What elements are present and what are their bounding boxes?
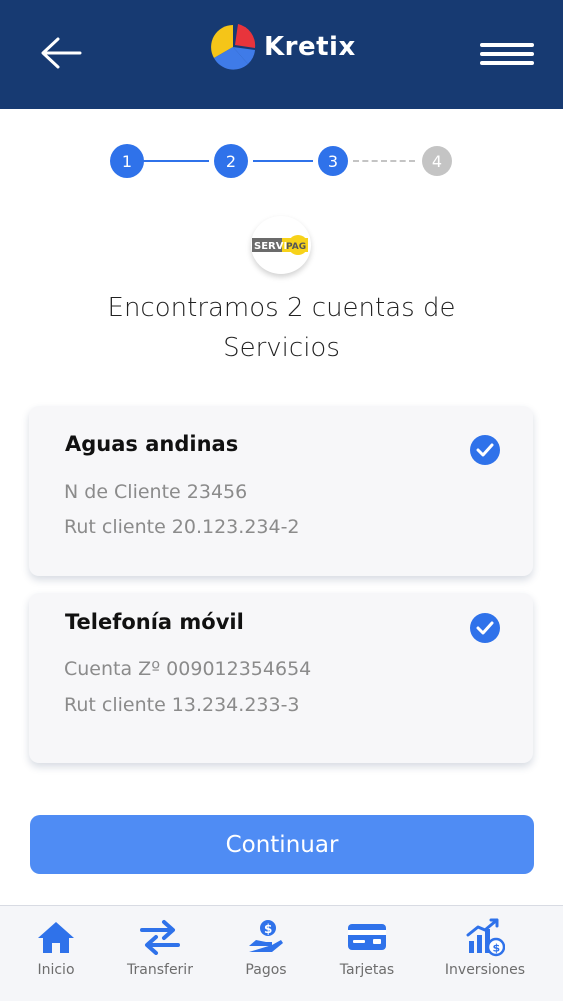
servipag-logo: SERVI PAG	[251, 216, 311, 274]
selected-check-icon[interactable]	[470, 435, 500, 465]
step-2: 2	[214, 144, 248, 178]
account-title: Telefonía móvil	[65, 610, 244, 634]
transfer-arrows-icon	[140, 920, 180, 955]
step-3: 3	[318, 146, 348, 176]
investments-chart-icon: $	[466, 918, 505, 957]
account-client-number: N de Cliente 23456	[64, 481, 248, 503]
payment-hand-icon: $	[249, 920, 283, 952]
home-icon	[38, 922, 74, 953]
nav-label: Tarjetas	[339, 962, 395, 978]
step-connector	[143, 160, 209, 162]
selected-check-icon[interactable]	[470, 613, 500, 643]
hamburger-menu-icon	[480, 43, 534, 65]
nav-label: Pagos	[245, 962, 287, 978]
nav-item-transferir[interactable]: Transferir	[118, 906, 202, 1001]
arrow-left-icon	[41, 37, 82, 69]
svg-text:$: $	[493, 942, 501, 955]
nav-label: Transferir	[127, 962, 193, 978]
credit-card-icon	[348, 924, 386, 950]
brand-pie-icon	[211, 24, 256, 70]
menu-button[interactable]	[478, 38, 536, 70]
brand-logo: Kretix	[208, 20, 356, 74]
account-card[interactable]: Aguas andinas N de Cliente 23456 Rut cli…	[29, 406, 533, 576]
account-title: Aguas andinas	[65, 432, 239, 456]
back-button[interactable]	[38, 34, 86, 72]
servipag-logo-text-left: SERVI	[254, 241, 287, 252]
nav-label: Inicio	[37, 962, 75, 978]
page-headline: Encontramos 2 cuentas de Servicios	[40, 288, 523, 368]
headline-line-2: Servicios	[223, 333, 340, 363]
account-number: Cuenta Zº 009012354654	[64, 658, 312, 680]
nav-item-pagos[interactable]: $ Pagos	[234, 906, 298, 1001]
servipag-logo-text-right: PAG	[286, 242, 306, 252]
progress-stepper: 1 2 3 4	[0, 140, 563, 184]
continue-button[interactable]: Continuar	[30, 815, 534, 874]
svg-text:$: $	[264, 922, 272, 936]
step-1: 1	[110, 144, 144, 178]
step-connector-pending	[353, 160, 415, 162]
step-4: 4	[422, 146, 452, 176]
app-header: Kretix	[0, 0, 563, 109]
account-rut: Rut cliente 20.123.234-2	[64, 516, 300, 538]
nav-item-inicio[interactable]: Inicio	[24, 906, 88, 1001]
brand-name: Kretix	[264, 32, 356, 62]
account-rut: Rut cliente 13.234.233-3	[64, 694, 300, 716]
headline-line-1: Encontramos 2 cuentas de	[107, 293, 456, 323]
account-card[interactable]: Telefonía móvil Cuenta Zº 009012354654 R…	[29, 593, 533, 763]
step-connector	[253, 160, 313, 162]
nav-item-inversiones[interactable]: $ Inversiones	[438, 906, 532, 1001]
bottom-navigation: Inicio Transferir $ Pagos Tarjetas $ Inv…	[0, 905, 563, 1001]
nav-label: Inversiones	[444, 962, 526, 978]
nav-item-tarjetas[interactable]: Tarjetas	[332, 906, 402, 1001]
